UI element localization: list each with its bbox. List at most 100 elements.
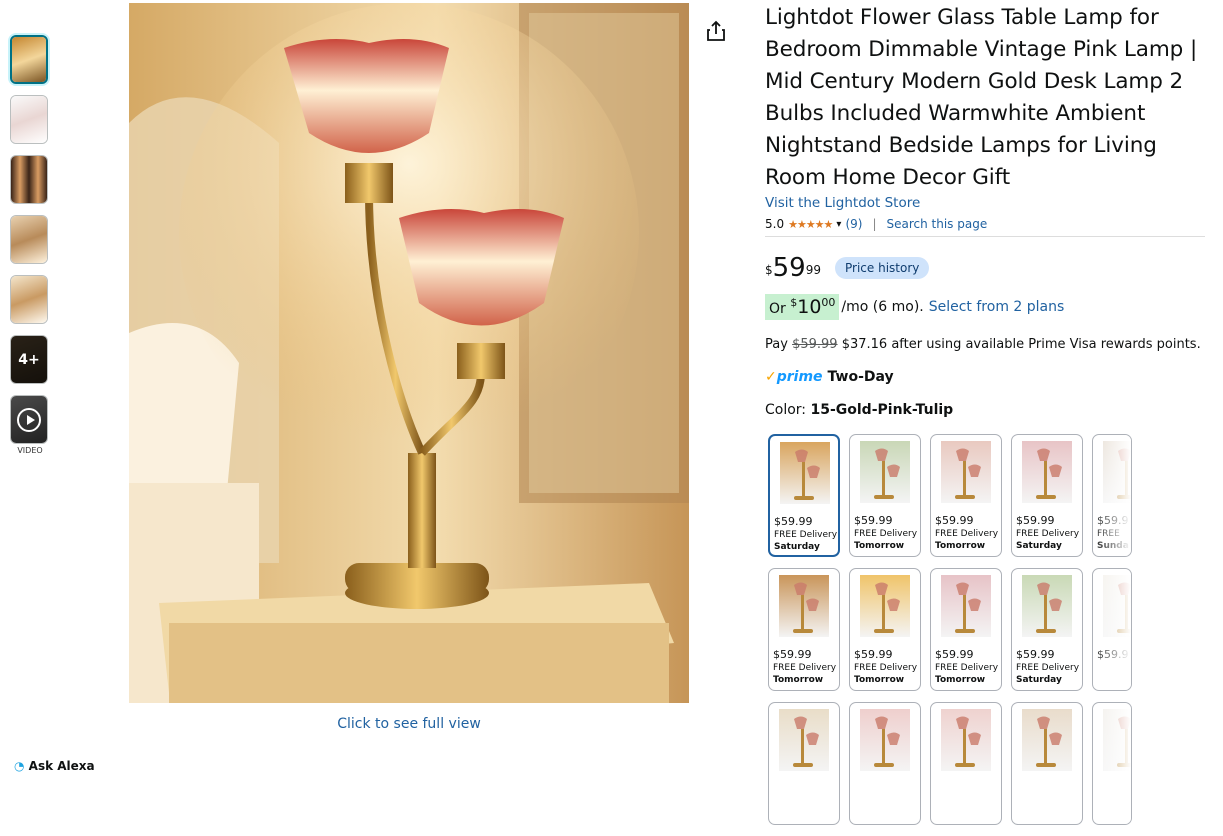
swatch-delivery: FREE Delivery Tomorrow <box>773 662 836 686</box>
color-swatch[interactable]: $59.99 FREE Delivery Tomorrow <box>849 434 921 557</box>
main-product-image[interactable] <box>129 3 689 703</box>
color-swatch[interactable]: $59.99 FREE Delivery Tomorrow <box>768 568 840 691</box>
monthly-fraction: 00 <box>821 296 836 309</box>
swatch-image <box>780 442 830 504</box>
swatch-delivery: FREE Delivery Saturday <box>1016 662 1079 686</box>
color-swatch[interactable]: $59.9FREESunda <box>1092 434 1132 557</box>
prime-check-icon: ✓ <box>765 369 777 385</box>
price-whole: 59 <box>772 253 806 283</box>
swatch-image <box>1022 709 1072 771</box>
ask-alexa[interactable]: ◔ Ask Alexa <box>14 759 95 773</box>
swatch-image <box>860 575 910 637</box>
alexa-icon: ◔ <box>14 759 25 773</box>
swatch-delivery-day: Tomorrow <box>773 675 824 685</box>
thumbnail-1[interactable] <box>10 35 48 84</box>
swatch-delivery-label: FREE Delivery <box>935 529 999 539</box>
prime-delivery: ✓ prime Two-Day <box>765 369 1205 385</box>
swatch-delivery-label: FREE Delivery <box>773 663 837 673</box>
prime-visa-rewards: Pay $59.99 $37.16 after using available … <box>765 337 1205 352</box>
color-swatches: $59.99 FREE Delivery Saturday $59.99 FREE De… <box>768 434 1136 836</box>
review-count-link[interactable]: (9) <box>845 217 862 231</box>
color-swatch[interactable] <box>1092 702 1132 825</box>
scroll-fade <box>1093 569 1131 690</box>
swatch-delivery-label: FREE Delivery <box>854 663 918 673</box>
swatch-delivery: FREE Delivery Tomorrow <box>935 528 998 552</box>
scroll-fade <box>1093 435 1131 556</box>
swatch-price: $59.99 <box>1016 514 1055 527</box>
star-rating-icon[interactable]: ★★★★★ <box>788 218 833 231</box>
selected-color: 15-Gold-Pink-Tulip <box>810 402 954 418</box>
thumbnail-more[interactable]: 4+ <box>10 335 48 384</box>
share-icon[interactable] <box>705 20 727 42</box>
thumbnail-2[interactable] <box>10 95 48 144</box>
swatch-delivery: FREE Delivery Saturday <box>774 529 837 553</box>
color-selector-label: Color: 15-Gold-Pink-Tulip <box>765 402 1205 418</box>
swatch-delivery-day: Tomorrow <box>935 675 986 685</box>
swatch-image <box>779 709 829 771</box>
swatch-delivery-label: FREE Delivery <box>1016 529 1080 539</box>
color-swatch[interactable]: $59.9 <box>1092 568 1132 691</box>
color-swatch[interactable] <box>849 702 921 825</box>
swatch-image <box>1022 575 1072 637</box>
rating-value: 5.0 <box>765 217 785 231</box>
product-title: Lightdot Flower Glass Table Lamp for Bed… <box>765 5 1198 190</box>
swatch-delivery: FREE Delivery Saturday <box>1016 528 1079 552</box>
color-swatch[interactable] <box>930 702 1002 825</box>
price-row: $5999 Price history <box>765 255 1205 281</box>
search-this-page-link[interactable]: Search this page <box>886 217 987 231</box>
chevron-down-icon[interactable]: ▾ <box>836 219 841 230</box>
swatch-delivery-label: FREE Delivery <box>935 663 999 673</box>
pay-suffix: $37.16 after using available Prime Visa … <box>837 337 1201 352</box>
monthly-term: /mo (6 mo). <box>841 299 924 315</box>
ask-alexa-label: Ask Alexa <box>28 759 95 773</box>
swatch-price: $59.99 <box>854 648 893 661</box>
swatch-delivery-day: Saturday <box>774 542 820 552</box>
scroll-fade <box>1093 703 1131 824</box>
swatch-price: $59.99 <box>935 514 974 527</box>
swatch-delivery-label: FREE Delivery <box>774 530 838 540</box>
swatch-row: $59.99 FREE Delivery Saturday $59.99 FREE De… <box>768 434 1136 559</box>
swatch-delivery-label: FREE Delivery <box>1016 663 1080 673</box>
color-swatch[interactable]: $59.99 FREE Delivery Saturday <box>1011 434 1083 557</box>
pay-prefix: Pay <box>765 337 793 352</box>
store-link[interactable]: Visit the Lightdot Store <box>765 195 1205 211</box>
divider: | <box>872 217 877 231</box>
select-plans-link[interactable]: Select from 2 plans <box>929 299 1065 315</box>
color-label-prefix: Color: <box>765 402 811 418</box>
thumbnail-5[interactable] <box>10 275 48 324</box>
price-fraction: 99 <box>805 263 822 277</box>
color-swatch[interactable]: $59.99 FREE Delivery Tomorrow <box>930 568 1002 691</box>
swatch-image <box>941 441 991 503</box>
swatch-image <box>860 709 910 771</box>
thumbnail-3[interactable] <box>10 155 48 204</box>
color-swatch[interactable] <box>768 702 840 825</box>
swatch-price: $59.99 <box>774 515 813 528</box>
swatch-delivery: FREE Delivery Tomorrow <box>854 662 917 686</box>
prime-logo: prime <box>776 369 823 385</box>
price: $5999 <box>765 255 821 281</box>
or-label: Or <box>769 301 791 317</box>
click-full-view-link[interactable]: Click to see full view <box>129 716 689 732</box>
swatch-image <box>1022 441 1072 503</box>
swatch-image <box>779 575 829 637</box>
video-label: VIDEO <box>17 446 43 455</box>
color-swatch[interactable]: $59.99 FREE Delivery Tomorrow <box>849 568 921 691</box>
play-icon <box>17 407 41 432</box>
monthly-whole: 10 <box>797 296 822 318</box>
price-history-button[interactable]: Price history <box>835 257 930 279</box>
swatch-image <box>941 709 991 771</box>
swatch-row: $59.99 FREE Delivery Tomorrow $59.99 FREE De… <box>768 568 1136 693</box>
color-swatch[interactable]: $59.99 FREE Delivery Saturday <box>768 434 840 557</box>
swatch-image <box>941 575 991 637</box>
color-swatch[interactable] <box>1011 702 1083 825</box>
swatch-delivery-day: Tomorrow <box>854 675 905 685</box>
monthly-badge: Or $1000 <box>765 294 840 320</box>
swatch-price: $59.99 <box>773 648 812 661</box>
thumbnail-4[interactable] <box>10 215 48 264</box>
thumbnail-video[interactable] <box>10 395 48 444</box>
monthly-payment-row: Or $1000 /mo (6 mo). Select from 2 plans <box>765 294 1205 320</box>
swatch-price: $59.99 <box>854 514 893 527</box>
swatch-delivery: FREE Delivery Tomorrow <box>935 662 998 686</box>
color-swatch[interactable]: $59.99 FREE Delivery Tomorrow <box>930 434 1002 557</box>
color-swatch[interactable]: $59.99 FREE Delivery Saturday <box>1011 568 1083 691</box>
